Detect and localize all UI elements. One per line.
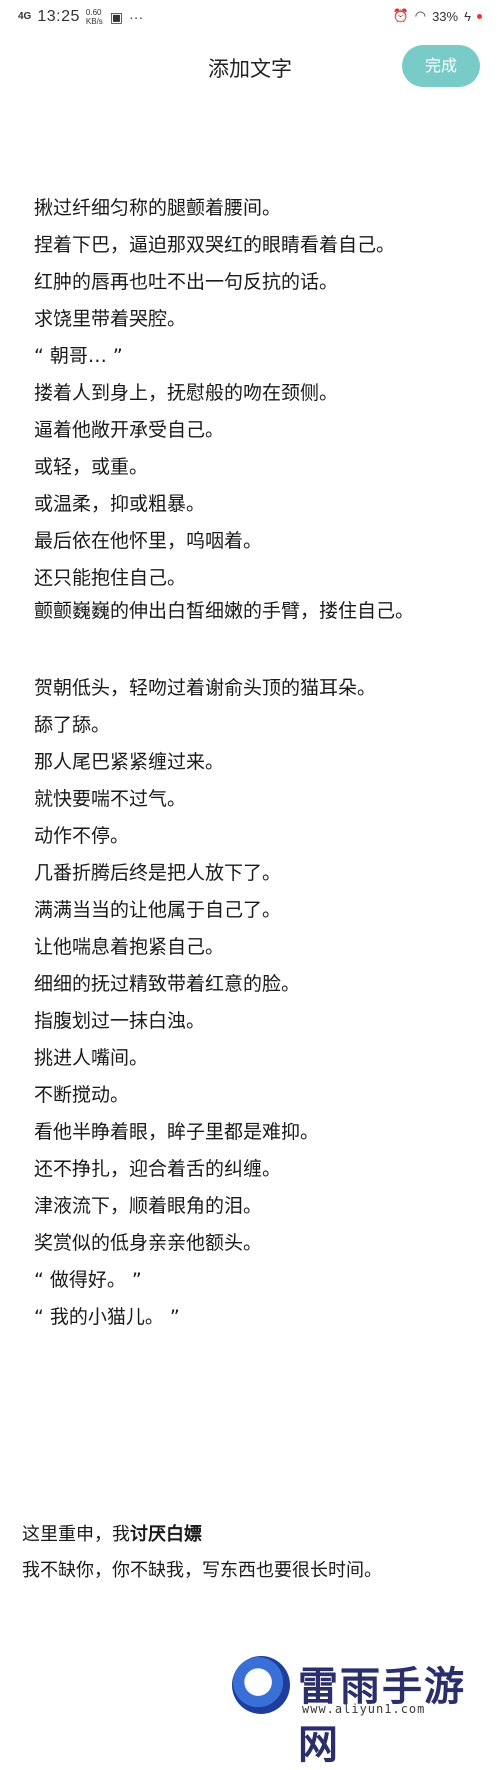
story-line: 贺朝低头，轻吻过着谢俞头顶的猫耳朵。 — [34, 677, 377, 699]
story-line: 捏着下巴，逼迫那双哭红的眼睛看着自己。 — [34, 234, 396, 256]
story-line: 奖赏似的低身亲亲他额头。 — [34, 1232, 263, 1254]
story-line: 或轻，或重。 — [34, 456, 149, 478]
story-line: 还只能抱住自己。 — [34, 567, 187, 589]
note-prefix: 这里重申，我 — [22, 1524, 130, 1545]
done-button[interactable]: 完成 — [402, 45, 480, 87]
clock: 13:25 — [37, 8, 80, 25]
notification-icon: ▣ — [109, 8, 124, 25]
story-line: 动作不停。 — [34, 825, 130, 847]
story-line: 不断搅动。 — [34, 1084, 130, 1106]
story-line: “ 做得好。 ” — [34, 1269, 142, 1291]
note-emphasis: 讨厌白嫖 — [130, 1524, 202, 1545]
wifi-icon: ◠ — [414, 8, 427, 23]
story-line: 挑进人嘴间。 — [34, 1047, 149, 1069]
charging-icon: ϟ — [464, 8, 471, 24]
story-line: 津液流下，顺着眼角的泪。 — [34, 1195, 263, 1217]
author-note-line-1: 这里重申，我讨厌白嫖 — [22, 1520, 492, 1546]
story-line: 揪过纤细匀称的腿颤着腰间。 — [34, 197, 282, 219]
watermark-url: www.aliyun1.com — [302, 1702, 426, 1716]
story-line: 逼着他敞开承受自己。 — [34, 419, 225, 441]
story-line: 指腹划过一抹白浊。 — [34, 1010, 206, 1032]
story-line: 求饶里带着哭腔。 — [34, 308, 187, 330]
story-line: 细细的抚过精致带着红意的脸。 — [34, 973, 301, 995]
story-line: 看他半睁着眼，眸子里都是难抑。 — [34, 1121, 320, 1143]
story-line: 那人尾巴紧紧缠过来。 — [34, 751, 225, 773]
signal-indicator: 4G — [18, 11, 32, 22]
story-line: “ 我的小猫儿。 ” — [34, 1306, 180, 1328]
story-line: 满满当当的让他属于自己了。 — [34, 899, 282, 921]
watermark: 雷雨手游网 www.aliyun1.com — [232, 1650, 494, 1768]
record-dot-icon — [477, 13, 482, 19]
story-line: 还不挣扎，迎合着舌的纠缠。 — [34, 1158, 282, 1180]
story-line: 红肿的唇再也吐不出一句反抗的话。 — [34, 271, 339, 293]
story-line: “ 朝哥… ” — [34, 345, 123, 367]
watermark-logo-icon — [232, 1656, 290, 1714]
story-line: 就快要喘不过气。 — [34, 788, 187, 810]
status-bar: 4G 13:25 0.60 KB/s ▣ ··· ⏰ ◠ 33% ϟ — [0, 0, 500, 38]
story-line: 最后依在他怀里，呜咽着。 — [34, 530, 263, 552]
story-line: 几番折腾后终是把人放下了。 — [34, 862, 282, 884]
alarm-icon: ⏰ — [392, 8, 409, 23]
story-line: 或温柔，抑或粗暴。 — [34, 493, 206, 515]
more-icon: ··· — [129, 9, 144, 25]
story-line: 让他喘息着抱紧自己。 — [34, 936, 225, 958]
story-line: 搂着人到身上，抚慰般的吻在颈侧。 — [34, 382, 339, 404]
battery-level: 33% — [432, 8, 459, 24]
story-line: 颤颤巍巍的伸出白皙细嫩的手臂，搂住自己。 — [34, 600, 415, 622]
story-line: 舔了舔。 — [34, 714, 111, 736]
author-note-line-2: 我不缺你，你不缺我，写东西也要很长时间。 — [22, 1560, 382, 1581]
header: 添加文字 完成 — [0, 45, 500, 105]
network-speed: 0.60 KB/s — [85, 8, 103, 26]
